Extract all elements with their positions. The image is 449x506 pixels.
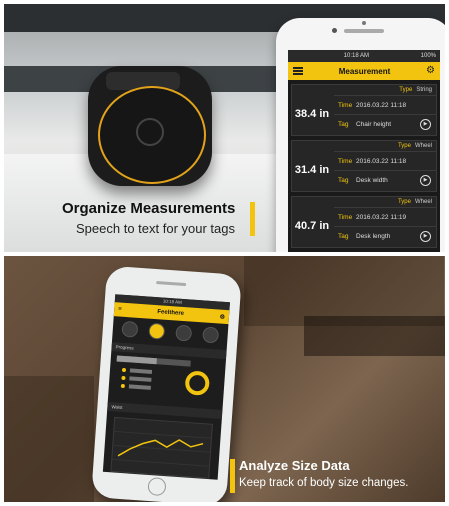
play-icon[interactable]: ▶ <box>420 175 431 186</box>
measurement-value: 40.7 in <box>294 220 330 232</box>
mode-button[interactable] <box>201 326 219 344</box>
menu-icon[interactable]: ≡ <box>118 306 122 312</box>
top-panel: Organize Measurements Speech to text for… <box>4 4 445 252</box>
type-row: Type Wheel <box>397 199 432 205</box>
caption-subtitle: Speech to text for your tags <box>76 221 235 236</box>
status-bar: 10:18 AM 100% <box>288 50 440 62</box>
wood-gap <box>304 316 445 356</box>
menu-icon[interactable] <box>293 67 303 75</box>
speaker <box>156 281 187 287</box>
front-camera <box>332 28 337 33</box>
phone: 10:18 AM ≡ Feelthere ⚙ Progress Waist <box>91 265 242 502</box>
list-item <box>129 376 152 382</box>
list-bullet <box>122 367 127 372</box>
list-item <box>129 368 153 374</box>
app-title: Measurement <box>338 66 391 76</box>
gear-icon[interactable]: ⚙ <box>219 313 225 320</box>
progress-panel <box>116 355 210 396</box>
app-title: Feelthere <box>157 309 185 318</box>
home-button <box>147 476 167 497</box>
measurement-value: 38.4 in <box>294 108 330 120</box>
time-row: Time 2016.03.22 11:18 <box>334 151 436 170</box>
time-row: Time 2016.03.22 11:19 <box>334 207 436 226</box>
tag-row: Tag Chair height ▶ <box>334 114 436 133</box>
caption-accent-bar <box>230 459 235 493</box>
list-bullet <box>120 383 125 388</box>
caption-accent-bar <box>250 202 255 236</box>
line-chart <box>110 416 213 479</box>
speaker <box>344 29 384 33</box>
bottom-panel: 10:18 AM ≡ Feelthere ⚙ Progress Waist An… <box>4 256 445 502</box>
list-bullet <box>121 375 126 380</box>
mode-button[interactable] <box>121 320 139 338</box>
chart-plot-area <box>110 416 213 479</box>
app-bar: Measurement ⚙ <box>288 62 440 80</box>
tape-measure-device <box>88 66 212 186</box>
wood-plank <box>4 376 94 502</box>
mode-button[interactable] <box>148 322 166 340</box>
play-icon[interactable]: ▶ <box>420 119 431 130</box>
phone-screen: 10:18 AM 100% Measurement ⚙ Type String 3… <box>288 50 440 252</box>
sensor <box>362 21 366 25</box>
list-item <box>128 384 151 390</box>
status-battery: 100% <box>420 53 436 59</box>
measurement-card[interactable]: Type String 38.4 in Time 2016.03.22 11:18 … <box>291 84 437 136</box>
play-icon[interactable]: ▶ <box>420 231 431 242</box>
mode-button[interactable] <box>175 324 193 342</box>
measurement-card[interactable]: Type Wheel 40.7 in Time 2016.03.22 11:19 T… <box>291 196 437 248</box>
caption-title: Organize Measurements <box>62 200 236 217</box>
progress-ring <box>185 371 210 396</box>
time-row: Time 2016.03.22 11:18 <box>334 95 436 114</box>
measurement-value: 31.4 in <box>294 164 330 176</box>
measurement-card[interactable]: Type Wheel 31.4 in Time 2016.03.22 11:18 T… <box>291 140 437 192</box>
caption-title: Analyze Size Data <box>239 458 350 473</box>
caption-subtitle: Keep track of body size changes. <box>239 477 409 489</box>
phone: 10:18 AM 100% Measurement ⚙ Type String 3… <box>276 18 445 252</box>
progress-fill <box>116 355 157 365</box>
status-time: 10:18 AM <box>343 53 369 59</box>
tag-row: Tag Desk length ▶ <box>334 226 436 245</box>
tag-row: Tag Desk width ▶ <box>334 170 436 189</box>
gear-icon[interactable]: ⚙ <box>426 66 435 76</box>
type-row: Type String <box>399 87 432 93</box>
type-row: Type Wheel <box>397 143 432 149</box>
device-button <box>136 118 164 146</box>
phone-screen: 10:18 AM ≡ Feelthere ⚙ Progress Waist <box>102 294 230 480</box>
